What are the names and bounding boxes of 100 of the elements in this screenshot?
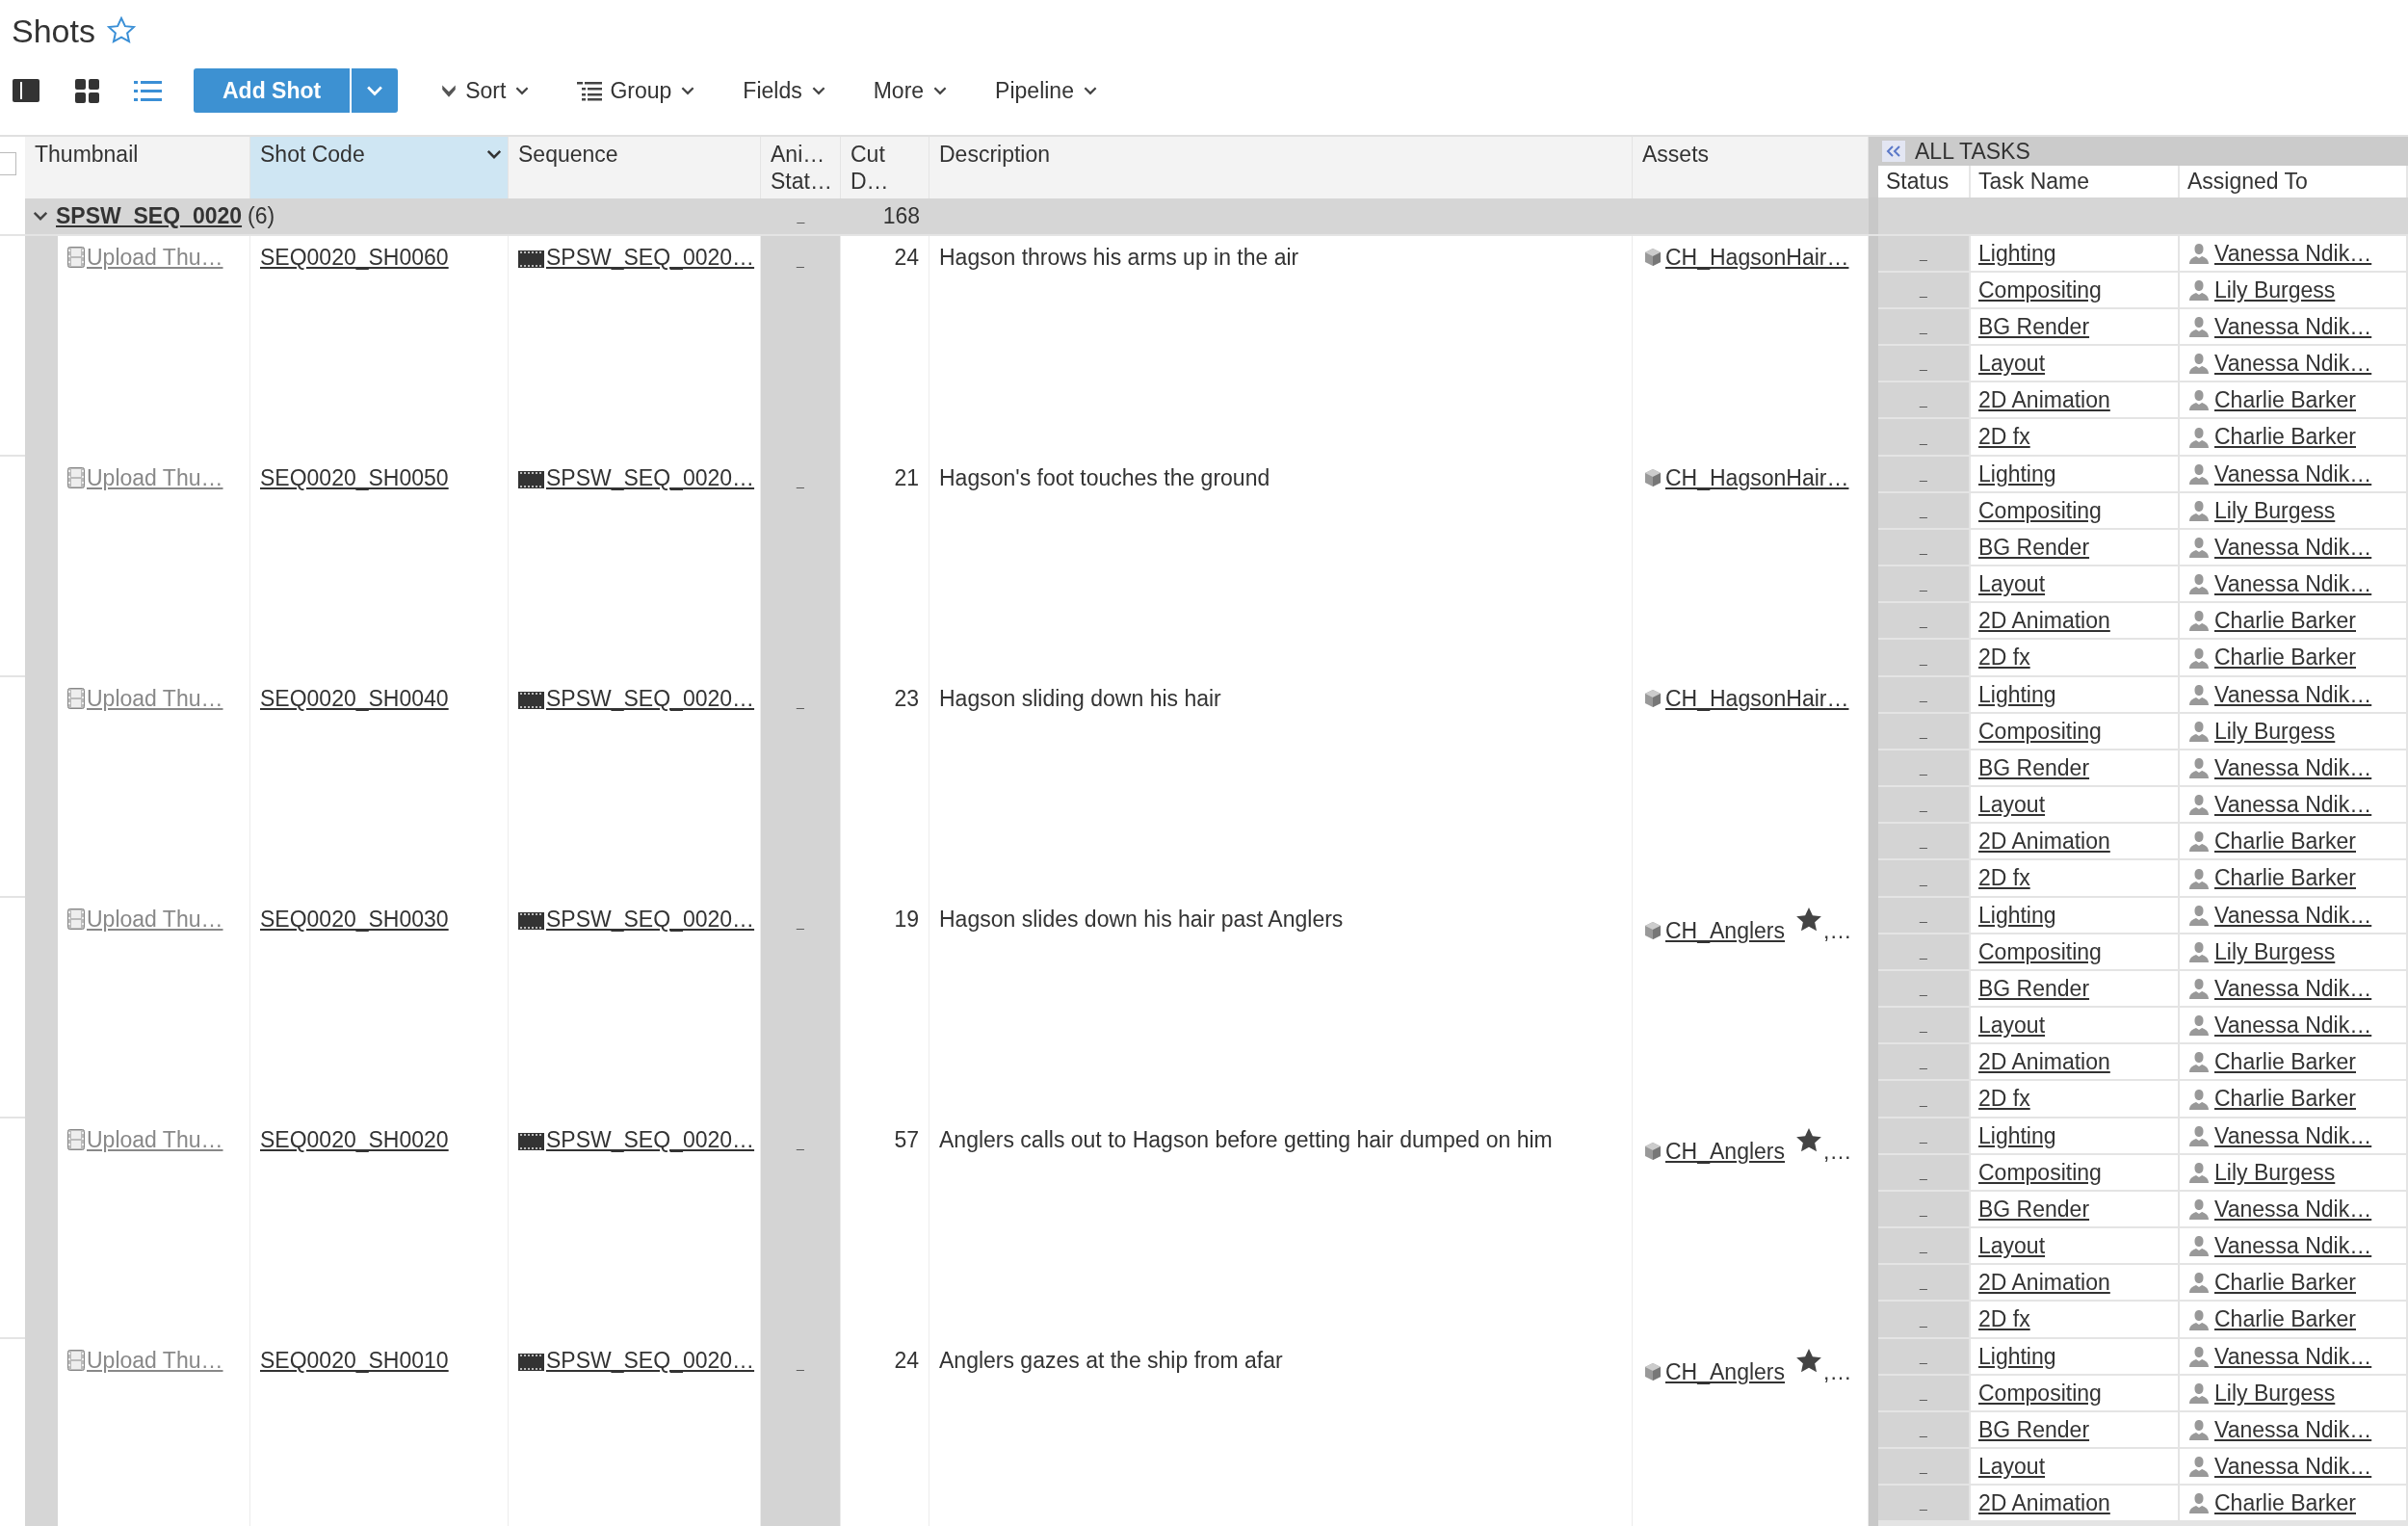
assignee-link[interactable]: Vanessa Ndik… <box>2214 240 2372 267</box>
column-header[interactable]: Ani… Stat… <box>761 137 841 198</box>
assignee-link[interactable]: Charlie Barker <box>2214 607 2356 634</box>
column-header[interactable]: Status <box>1878 166 1971 197</box>
column-header[interactable]: Task Name <box>1971 166 2180 197</box>
assignee-link[interactable]: Charlie Barker <box>2214 1269 2356 1296</box>
assignee-link[interactable]: Vanessa Ndik… <box>2214 791 2372 818</box>
task-link[interactable]: 2D fx <box>1978 1086 2030 1112</box>
assignee-link[interactable]: Lily Burgess <box>2214 497 2336 524</box>
column-header[interactable]: Description <box>929 137 1633 198</box>
upload-thumbnail-link[interactable]: Upload Thu… <box>87 1348 223 1373</box>
task-link[interactable]: 2D fx <box>1978 424 2030 450</box>
task-link[interactable]: 2D Animation <box>1978 1048 2110 1075</box>
assignee-link[interactable]: Charlie Barker <box>2214 1048 2356 1075</box>
panel-splitter[interactable] <box>1869 197 1878 234</box>
assignee-link[interactable]: Vanessa Ndik… <box>2214 534 2372 561</box>
toolbar-menu-button[interactable]: Fields <box>720 68 851 113</box>
column-header[interactable]: Shot Code <box>250 137 509 198</box>
task-link[interactable]: BG Render <box>1978 975 2090 1002</box>
assignee-link[interactable]: Charlie Barker <box>2214 828 2356 855</box>
task-link[interactable]: Lighting <box>1978 460 2056 487</box>
task-link[interactable]: Lighting <box>1978 1343 2056 1370</box>
assignee-link[interactable]: Charlie Barker <box>2214 1306 2356 1332</box>
task-link[interactable]: Layout <box>1978 1453 2046 1480</box>
task-link[interactable]: 2D Animation <box>1978 1269 2110 1296</box>
task-link[interactable]: 2D Animation <box>1978 1489 2110 1516</box>
assignee-link[interactable]: Vanessa Ndik… <box>2214 681 2372 708</box>
task-link[interactable]: BG Render <box>1978 1196 2090 1223</box>
panel-splitter[interactable] <box>1869 236 1878 457</box>
shot-code-link[interactable]: SEQ0020_SH0060 <box>260 245 449 270</box>
assignee-link[interactable]: Charlie Barker <box>2214 645 2356 671</box>
task-link[interactable]: Compositing <box>1978 718 2102 745</box>
assignee-link[interactable]: Charlie Barker <box>2214 1489 2356 1516</box>
task-link[interactable]: BG Render <box>1978 534 2090 561</box>
task-link[interactable]: BG Render <box>1978 754 2090 781</box>
task-link[interactable]: Lighting <box>1978 681 2056 708</box>
assignee-link[interactable]: Vanessa Ndik… <box>2214 1196 2372 1223</box>
task-link[interactable]: BG Render <box>1978 313 2090 340</box>
task-link[interactable]: Compositing <box>1978 938 2102 965</box>
panel-layout-icon[interactable] <box>12 76 41 105</box>
asset-link[interactable]: CH_Anglers <box>1665 918 1785 943</box>
assignee-link[interactable]: Vanessa Ndik… <box>2214 1343 2372 1370</box>
upload-thumbnail-link[interactable]: Upload Thu… <box>87 245 223 270</box>
asset-link[interactable]: CH_Anglers <box>1665 1359 1785 1384</box>
task-link[interactable]: Compositing <box>1978 276 2102 303</box>
task-link[interactable]: Lighting <box>1978 1122 2056 1149</box>
assignee-link[interactable]: Lily Burgess <box>2214 718 2336 745</box>
assignee-link[interactable]: Vanessa Ndik… <box>2214 754 2372 781</box>
toolbar-menu-button[interactable]: Group <box>554 68 720 113</box>
add-options-button[interactable] <box>352 68 399 113</box>
shot-code-link[interactable]: SEQ0020_SH0040 <box>260 686 449 711</box>
asset-link[interactable]: CH_HagsonHair… <box>1665 245 1849 270</box>
task-link[interactable]: 2D Animation <box>1978 828 2110 855</box>
task-link[interactable]: 2D fx <box>1978 865 2030 891</box>
task-link[interactable]: Lighting <box>1978 902 2056 929</box>
assignee-link[interactable]: Vanessa Ndik… <box>2214 1122 2372 1149</box>
upload-thumbnail-link[interactable]: Upload Thu… <box>87 1127 223 1152</box>
shot-code-link[interactable]: SEQ0020_SH0010 <box>260 1348 449 1373</box>
shot-code-link[interactable]: SEQ0020_SH0050 <box>260 465 449 490</box>
task-link[interactable]: Layout <box>1978 570 2046 597</box>
task-link[interactable]: 2D Animation <box>1978 386 2110 413</box>
assignee-link[interactable]: Lily Burgess <box>2214 1380 2336 1407</box>
asset-link[interactable]: CH_HagsonHair… <box>1665 465 1849 490</box>
task-link[interactable]: 2D fx <box>1978 645 2030 671</box>
task-link[interactable]: Layout <box>1978 350 2046 377</box>
panel-splitter[interactable] <box>1869 1339 1878 1526</box>
sequence-link[interactable]: SPSW_SEQ_0020… <box>546 1348 755 1373</box>
assignee-link[interactable]: Lily Burgess <box>2214 1159 2336 1186</box>
group-link[interactable]: SPSW_SEQ_0020 <box>56 202 243 229</box>
assignee-link[interactable]: Vanessa Ndik… <box>2214 313 2372 340</box>
assignee-link[interactable]: Charlie Barker <box>2214 865 2356 891</box>
shot-code-link[interactable]: SEQ0020_SH0030 <box>260 907 449 932</box>
assignee-link[interactable]: Vanessa Ndik… <box>2214 902 2372 929</box>
column-header[interactable]: Assets <box>1633 137 1869 198</box>
assignee-link[interactable]: Vanessa Ndik… <box>2214 1232 2372 1259</box>
task-link[interactable]: BG Render <box>1978 1416 2090 1443</box>
upload-thumbnail-link[interactable]: Upload Thu… <box>87 465 223 490</box>
select-all-checkbox[interactable] <box>0 152 16 175</box>
task-link[interactable]: Lighting <box>1978 240 2056 267</box>
task-link[interactable]: Compositing <box>1978 1380 2102 1407</box>
assignee-link[interactable]: Vanessa Ndik… <box>2214 1012 2372 1039</box>
column-header[interactable]: Thumbnail <box>25 137 250 198</box>
task-link[interactable]: Layout <box>1978 1232 2046 1259</box>
toolbar-menu-button[interactable]: Sort <box>417 68 555 113</box>
grid-view-icon[interactable] <box>72 76 102 105</box>
assignee-link[interactable]: Vanessa Ndik… <box>2214 570 2372 597</box>
task-link[interactable]: Layout <box>1978 791 2046 818</box>
column-header[interactable]: Cut D… <box>841 137 929 198</box>
collapse-panel-icon[interactable] <box>1882 141 1905 162</box>
assignee-link[interactable]: Charlie Barker <box>2214 424 2356 450</box>
star-icon[interactable] <box>106 16 136 45</box>
column-header[interactable]: Sequence <box>509 137 761 198</box>
column-header[interactable]: Assigned To <box>2180 166 2408 197</box>
task-link[interactable]: 2D Animation <box>1978 607 2110 634</box>
asset-link[interactable]: CH_HagsonHair… <box>1665 686 1849 711</box>
sequence-link[interactable]: SPSW_SEQ_0020… <box>546 245 755 270</box>
sequence-link[interactable]: SPSW_SEQ_0020… <box>546 907 755 932</box>
sequence-link[interactable]: SPSW_SEQ_0020… <box>546 686 755 711</box>
task-link[interactable]: 2D fx <box>1978 1306 2030 1332</box>
assignee-link[interactable]: Charlie Barker <box>2214 386 2356 413</box>
